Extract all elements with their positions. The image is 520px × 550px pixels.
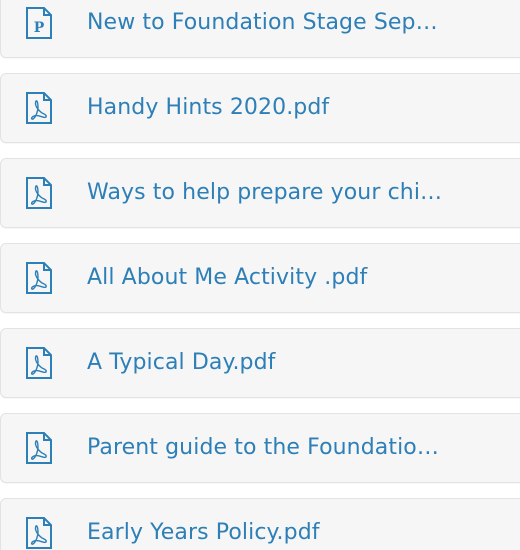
publisher-file-icon: P bbox=[25, 7, 53, 39]
pdf-file-icon bbox=[25, 92, 53, 124]
file-name[interactable]: All About Me Activity .pdf bbox=[87, 265, 367, 290]
file-name[interactable]: New to Foundation Stage Sep… bbox=[87, 10, 438, 35]
pdf-file-icon bbox=[25, 517, 53, 549]
file-name[interactable]: Parent guide to the Foundatio… bbox=[87, 435, 439, 460]
pdf-file-icon bbox=[25, 432, 53, 464]
pdf-file-icon bbox=[25, 347, 53, 379]
file-name[interactable]: Ways to help prepare your chi… bbox=[87, 180, 442, 205]
file-item-ways-to-help[interactable]: Ways to help prepare your chi… bbox=[0, 158, 520, 228]
file-name[interactable]: Handy Hints 2020.pdf bbox=[87, 95, 329, 120]
file-item-typical-day[interactable]: A Typical Day.pdf bbox=[0, 328, 520, 398]
file-item-new-to-foundation-stage[interactable]: P New to Foundation Stage Sep… bbox=[0, 0, 520, 58]
file-item-early-years-policy[interactable]: Early Years Policy.pdf bbox=[0, 498, 520, 550]
file-item-all-about-me[interactable]: All About Me Activity .pdf bbox=[0, 243, 520, 313]
file-name[interactable]: A Typical Day.pdf bbox=[87, 350, 276, 375]
file-name[interactable]: Early Years Policy.pdf bbox=[87, 520, 320, 545]
file-list: P New to Foundation Stage Sep… Handy Hin… bbox=[0, 0, 520, 550]
file-item-handy-hints[interactable]: Handy Hints 2020.pdf bbox=[0, 73, 520, 143]
pdf-file-icon bbox=[25, 177, 53, 209]
file-item-parent-guide[interactable]: Parent guide to the Foundatio… bbox=[0, 413, 520, 483]
pdf-file-icon bbox=[25, 262, 53, 294]
svg-text:P: P bbox=[34, 20, 45, 36]
